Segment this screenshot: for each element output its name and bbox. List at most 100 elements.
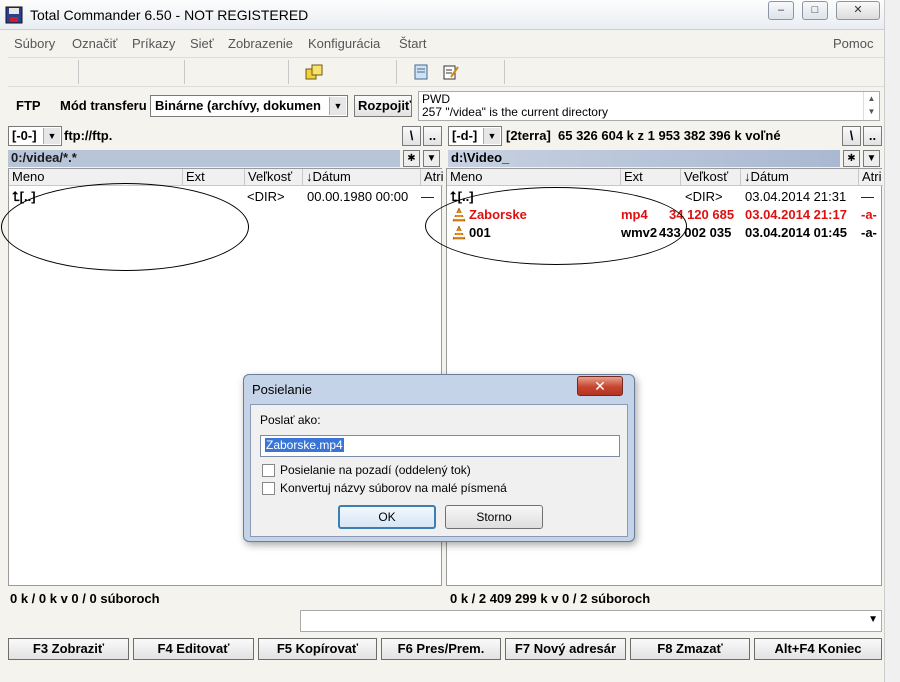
column-header-date[interactable]: ↓Dátum	[303, 169, 421, 186]
toolbar-separator	[396, 60, 397, 84]
left-status: 0 k / 0 k v 0 / 0 súboroch	[10, 591, 160, 606]
menu-bar: Súbory Označiť Príkazy Sieť Zobrazenie K…	[8, 33, 884, 55]
send-as-label: Poslať ako:	[260, 413, 321, 427]
edit-icon[interactable]	[442, 63, 460, 81]
right-path-bar[interactable]: d:\Video_	[448, 150, 840, 167]
chevron-down-icon[interactable]: ▼	[863, 150, 880, 167]
minimize-button[interactable]: –	[768, 1, 794, 20]
f3-view-button[interactable]: F3 Zobraziť	[8, 638, 129, 660]
cancel-button[interactable]: Storno	[445, 505, 543, 529]
column-header-attr[interactable]: Atri	[421, 169, 443, 186]
transfer-mode-value: Binárne (archívy, dokumen	[155, 98, 321, 113]
background-window-edge	[884, 0, 900, 682]
menu-zobrazenie[interactable]: Zobrazenie	[228, 36, 293, 51]
log-scrollbar[interactable]: ▲ ▼	[863, 92, 879, 120]
window-title: Total Commander 6.50 - NOT REGISTERED	[30, 7, 309, 23]
menu-oznacit[interactable]: Označiť	[72, 36, 117, 51]
left-parent-button[interactable]: ..	[423, 126, 442, 146]
file-attr: —	[861, 189, 874, 204]
f8-delete-button[interactable]: F8 Zmazať	[630, 638, 750, 660]
chevron-down-icon[interactable]: ▼	[483, 128, 500, 144]
menu-pomoc[interactable]: Pomoc	[833, 36, 873, 51]
lowercase-names-label[interactable]: Konvertuj názvy súborov na malé písmená	[280, 481, 507, 495]
annotation-ellipse	[425, 187, 687, 265]
right-root-button[interactable]: \	[842, 126, 861, 146]
column-header-size[interactable]: Veľkosť	[681, 169, 741, 186]
background-transfer-label[interactable]: Posielanie na pozadí (oddelený tok)	[280, 463, 471, 477]
menu-subory[interactable]: Súbory	[14, 36, 55, 51]
left-path-bar[interactable]: 0:/videa/*.*	[8, 150, 400, 167]
background-transfer-checkbox[interactable]	[262, 464, 275, 477]
right-drive-select[interactable]: [-d-] ▼	[448, 126, 502, 146]
log-line: 257 "/videa" is the current directory	[422, 105, 608, 119]
dialog-close-button[interactable]: ✕	[577, 376, 623, 396]
f6-move-button[interactable]: F6 Pres/Prem.	[381, 638, 501, 660]
title-bar[interactable]: Total Commander 6.50 - NOT REGISTERED – …	[0, 0, 884, 30]
toolbar-separator	[288, 60, 289, 84]
column-header-ext[interactable]: Ext	[183, 169, 245, 186]
toolbar-separator	[78, 60, 79, 84]
column-header-name[interactable]: Meno	[447, 169, 621, 186]
right-parent-button[interactable]: ..	[863, 126, 882, 146]
command-line-input[interactable]: ▼	[300, 610, 882, 632]
file-date: 00.00.1980 00:00	[307, 189, 409, 204]
left-drive-select[interactable]: [-0-] ▼	[8, 126, 62, 146]
close-icon: ✕	[594, 378, 606, 394]
f7-newdir-button[interactable]: F7 Nový adresár	[505, 638, 626, 660]
send-as-input[interactable]: Zaborske.mp4	[260, 435, 620, 457]
f5-copy-button[interactable]: F5 Kopírovať	[258, 638, 377, 660]
ftp-log: PWD 257 "/videa" is the current director…	[418, 91, 880, 121]
file-date: 03.04.2014 01:45	[745, 225, 847, 240]
right-status: 0 k / 2 409 299 k v 0 / 2 súboroch	[450, 591, 651, 606]
file-attr: —	[421, 189, 434, 204]
right-drive-value: [-d-]	[452, 128, 478, 143]
menu-siet[interactable]: Sieť	[190, 36, 214, 51]
right-drive-info: 65 326 604 k z 1 953 382 396 k voľné	[558, 128, 781, 143]
chevron-down-icon[interactable]: ▼	[868, 614, 878, 625]
maximize-icon: □	[811, 4, 819, 16]
disconnect-button[interactable]: Rozpojiť	[354, 95, 412, 117]
notepad-icon[interactable]	[412, 63, 430, 81]
file-date: 03.04.2014 21:31	[745, 189, 847, 204]
menu-konfiguracia[interactable]: Konfigurácia	[308, 36, 380, 51]
column-header-ext[interactable]: Ext	[621, 169, 681, 186]
column-header-attr[interactable]: Atri	[859, 169, 883, 186]
dialog-title: Posielanie	[252, 382, 312, 397]
menu-start[interactable]: Štart	[399, 36, 426, 51]
close-button[interactable]: ✕	[836, 1, 880, 20]
left-drive-info: ftp://ftp.	[64, 128, 113, 143]
transfer-mode-label: Mód transferu	[60, 98, 147, 113]
chevron-down-icon[interactable]: ▼	[329, 97, 346, 115]
altf4-exit-button[interactable]: Alt+F4 Koniec	[754, 638, 882, 660]
star-icon[interactable]: ✱	[843, 150, 860, 167]
file-attr: -a-	[861, 225, 877, 240]
file-date: 03.04.2014 21:17	[745, 207, 847, 222]
send-dialog[interactable]: Posielanie ✕ Poslať ako: Zaborske.mp4 Po…	[243, 374, 635, 542]
package-icon[interactable]	[304, 63, 324, 81]
f4-edit-button[interactable]: F4 Editovať	[133, 638, 254, 660]
left-drive-value: [-0-]	[12, 128, 37, 143]
chevron-down-icon[interactable]: ▼	[43, 128, 60, 144]
maximize-button[interactable]: □	[802, 1, 828, 20]
minimize-icon: –	[777, 4, 785, 16]
file-size: <DIR>	[685, 189, 723, 204]
chevron-down-icon[interactable]: ▼	[423, 150, 440, 167]
ok-button[interactable]: OK	[338, 505, 436, 529]
column-header-date[interactable]: ↓Dátum	[741, 169, 859, 186]
toolbar-separator	[184, 60, 185, 84]
right-drive-label: [2terra]	[506, 128, 551, 143]
send-as-value: Zaborske.mp4	[265, 438, 344, 452]
annotation-ellipse	[1, 183, 249, 271]
left-root-button[interactable]: \	[402, 126, 421, 146]
column-header-size[interactable]: Veľkosť	[245, 169, 303, 186]
file-attr: -a-	[861, 207, 877, 222]
ftp-label: FTP	[16, 98, 41, 113]
menu-prikazy[interactable]: Príkazy	[132, 36, 175, 51]
toolbar	[8, 57, 884, 87]
toolbar-separator	[504, 60, 505, 84]
lowercase-names-checkbox[interactable]	[262, 482, 275, 495]
star-icon[interactable]: ✱	[403, 150, 420, 167]
dialog-body: Poslať ako: Zaborske.mp4 Posielanie na p…	[250, 404, 628, 537]
transfer-mode-select[interactable]: Binárne (archívy, dokumen ▼	[150, 95, 348, 117]
file-size: <DIR>	[247, 189, 285, 204]
